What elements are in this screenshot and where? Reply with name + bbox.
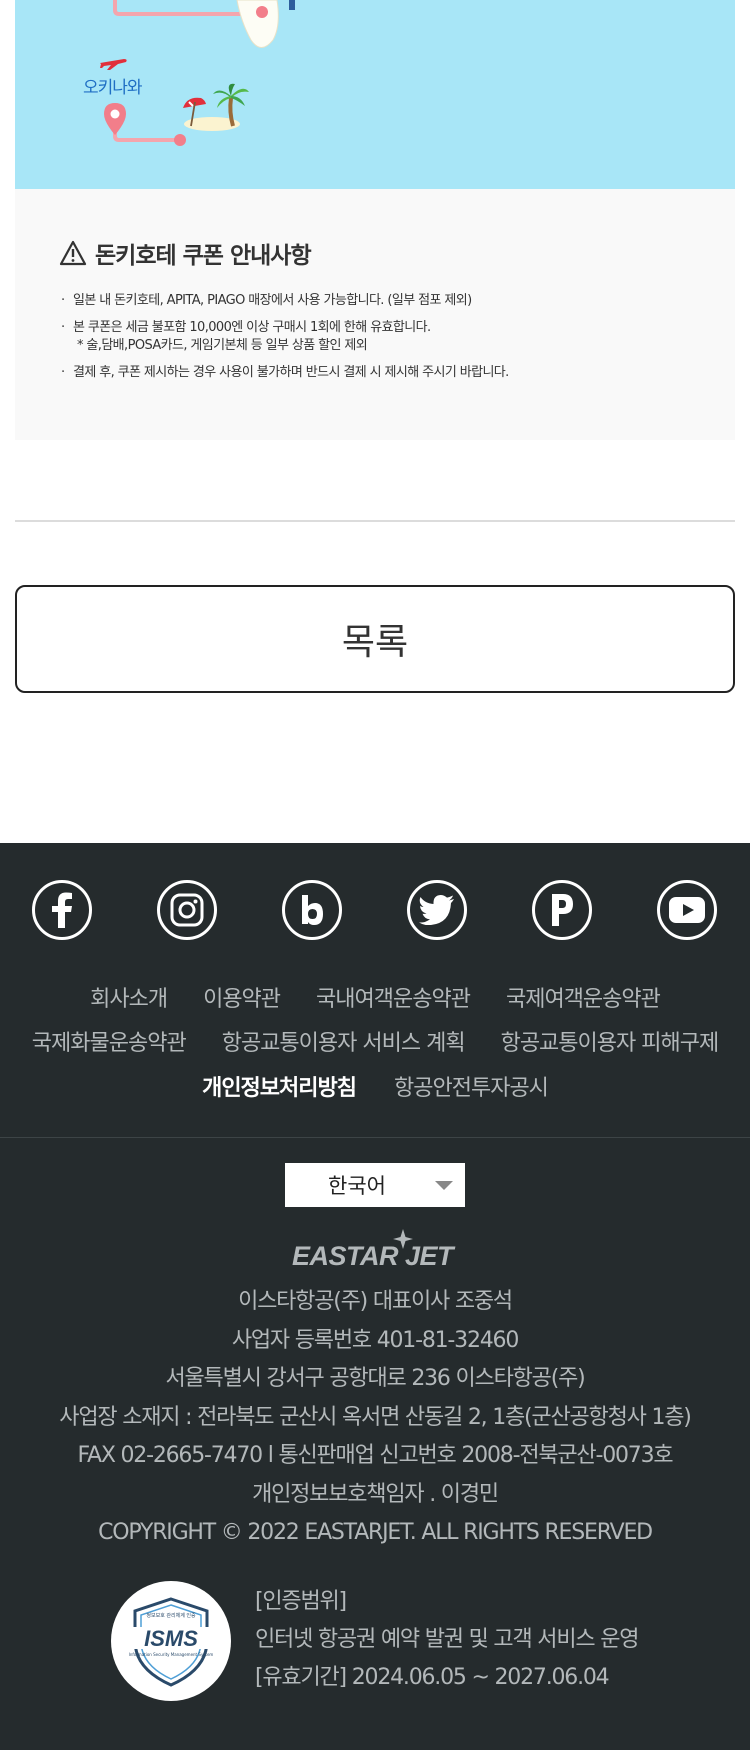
eastarjet-logo: EASTAR JET xyxy=(292,1229,457,1271)
footer-links-row-2: 국제화물운송약관 항공교통이용자 서비스 계획 항공교통이용자 피해구제 xyxy=(0,1025,750,1057)
company-info-line: FAX 02-2665-7470 l 통신판매업 신고번호 2008-전북군산-… xyxy=(77,1443,674,1468)
footer-link-safety-investment[interactable]: 항공안전투자공시 xyxy=(394,1070,549,1102)
blog-icon[interactable] xyxy=(282,880,342,940)
youtube-icon[interactable] xyxy=(657,880,717,940)
notice-item: 일본 내 돈키호테, APITA, PIAGO 매장에서 사용 가능합니다. (… xyxy=(59,292,709,310)
post-icon[interactable] xyxy=(532,880,592,940)
chevron-down-icon xyxy=(435,1181,453,1190)
company-info-line: 이스타항공(주) 대표이사 조중석 xyxy=(238,1289,513,1314)
beach-umbrella-icon xyxy=(183,97,206,127)
notice-item: 본 쿠폰은 세금 불포함 10,000엔 이상 구매시 1회에 한해 유효합니다… xyxy=(59,319,709,355)
footer-link-company[interactable]: 회사소개 xyxy=(90,981,168,1013)
coupon-notice-section: 돈키호테 쿠폰 안내사항 일본 내 돈키호테, APITA, PIAGO 매장에… xyxy=(15,189,735,440)
site-footer: 회사소개 이용약관 국내여객운송약관 국제여객운송약관 국제화물운송약관 항공교… xyxy=(0,843,750,1750)
content-divider xyxy=(15,520,735,522)
twitter-icon[interactable] xyxy=(407,880,467,940)
warning-icon xyxy=(59,240,87,266)
footer-link-international-passenger[interactable]: 국제여객운송약관 xyxy=(506,981,661,1013)
isms-certification-badge: 정보보호 관리체계 인증 ISMS Information Security M… xyxy=(111,1581,231,1701)
copyright: COPYRIGHT © 2022 EASTARJET. ALL RIGHTS R… xyxy=(98,1520,653,1545)
language-select[interactable]: 한국어 xyxy=(285,1163,465,1207)
isms-badge-top: 정보보호 관리체계 인증 xyxy=(146,1612,196,1619)
isms-scope: 인터넷 항공권 예약 발권 및 고객 서비스 운영 xyxy=(255,1627,639,1652)
facebook-icon[interactable] xyxy=(32,880,92,940)
company-info-line: 서울특별시 강서구 공항대로 236 이스타항공(주) xyxy=(165,1366,585,1391)
notice-item: 결제 후, 쿠폰 제시하는 경우 사용이 불가하며 반드시 결제 시 제시해 주… xyxy=(59,364,709,382)
footer-link-privacy-policy[interactable]: 개인정보처리방침 xyxy=(202,1070,357,1102)
sns-links xyxy=(0,880,750,942)
footer-link-domestic-passenger[interactable]: 국내여객운송약관 xyxy=(316,981,471,1013)
notice-title: 돈키호테 쿠폰 안내사항 xyxy=(95,243,312,269)
footer-links-row-3: 개인정보처리방침 항공안전투자공시 xyxy=(0,1070,750,1102)
airplane-icon xyxy=(100,59,127,70)
notice-item-subtext: * 술,담배,POSA카드, 게임기본체 등 일부 상품 할인 제외 xyxy=(77,338,368,353)
footer-links-row-1: 회사소개 이용약관 국내여객운송약관 국제여객운송약관 xyxy=(0,981,750,1013)
footer-link-international-cargo[interactable]: 국제화물운송약관 xyxy=(32,1025,187,1057)
destination-label: 오키나와 xyxy=(83,78,143,98)
isms-certification-info: [인증범위] 인터넷 항공권 예약 발권 및 고객 서비스 운영 [유효기간] … xyxy=(255,1583,639,1697)
footer-divider xyxy=(0,1137,750,1138)
isms-badge-text: ISMS xyxy=(144,1626,198,1651)
map-pin-icon xyxy=(104,103,126,135)
instagram-icon[interactable] xyxy=(157,880,217,940)
company-info-line: 개인정보보호책임자 . 이경민 xyxy=(252,1481,499,1507)
notice-list: 일본 내 돈키호테, APITA, PIAGO 매장에서 사용 가능합니다. (… xyxy=(59,292,709,391)
palm-tree-icon xyxy=(213,83,249,127)
notice-item-text: 결제 후, 쿠폰 제시하는 경우 사용이 불가하며 반드시 결제 시 제시해 주… xyxy=(73,365,509,380)
company-info: 이스타항공(주) 대표이사 조중석 사업자 등록번호 401-81-32460 … xyxy=(0,1283,750,1553)
list-button[interactable]: 목록 xyxy=(15,585,735,693)
isms-validity: [유효기간] 2024.06.05 ~ 2027.06.04 xyxy=(255,1665,610,1690)
isms-shield-icon: 정보보호 관리체계 인증 ISMS Information Security M… xyxy=(129,1597,214,1687)
footer-link-damage-relief[interactable]: 항공교통이용자 피해구제 xyxy=(501,1025,720,1057)
language-select-value: 한국어 xyxy=(328,1174,386,1198)
logo-text: EASTAR JET xyxy=(292,1241,456,1271)
company-info-line: 사업자 등록번호 401-81-32460 xyxy=(231,1327,520,1353)
notice-heading: 돈키호테 쿠폰 안내사항 xyxy=(59,236,312,270)
company-info-line: 사업장 소재지 : 전라북도 군산시 옥서면 산동길 2, 1층(군산공항청사 … xyxy=(59,1404,692,1430)
isms-scope-label: [인증범위] xyxy=(255,1589,347,1614)
footer-link-terms[interactable]: 이용약관 xyxy=(203,981,281,1013)
isms-badge-bottom: Information Security Management System xyxy=(129,1652,214,1657)
notice-item-text: 본 쿠폰은 세금 불포함 10,000엔 이상 구매시 1회에 한해 유효합니다… xyxy=(73,320,431,335)
notice-item-text: 일본 내 돈키호테, APITA, PIAGO 매장에서 사용 가능합니다. (… xyxy=(73,293,472,308)
footer-link-service-plan[interactable]: 항공교통이용자 서비스 계획 xyxy=(222,1025,466,1057)
destination-map-banner: 오키나와 xyxy=(15,0,735,189)
